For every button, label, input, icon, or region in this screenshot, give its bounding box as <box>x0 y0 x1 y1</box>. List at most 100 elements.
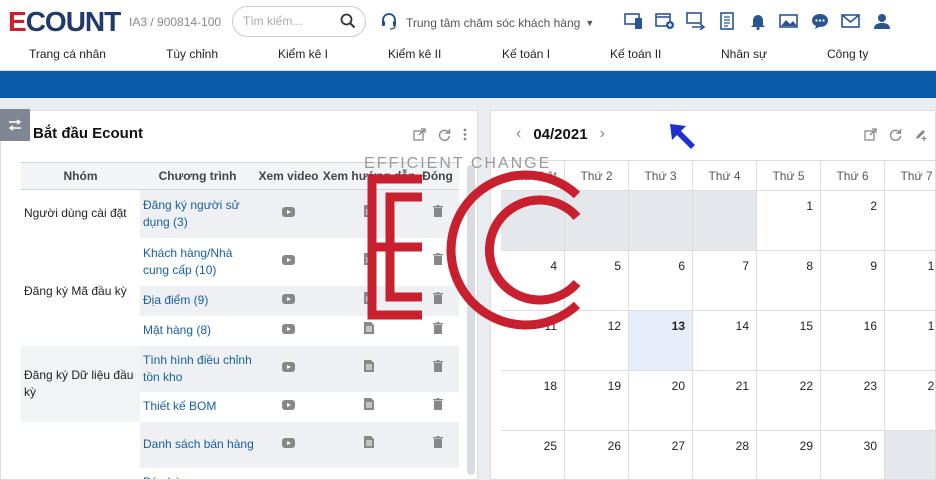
video-play-icon[interactable] <box>282 323 295 337</box>
calendar-day-cell[interactable]: 13 <box>629 311 693 371</box>
calendar-day-cell[interactable]: 30 <box>821 431 885 479</box>
more-options-icon[interactable] <box>463 128 467 141</box>
video-play-icon[interactable] <box>282 399 295 413</box>
document-icon[interactable] <box>364 436 374 451</box>
calendar-day-cell[interactable]: 4 <box>501 251 565 311</box>
trash-icon[interactable] <box>432 292 443 307</box>
calendar-day-cell[interactable]: 11 <box>501 311 565 371</box>
calendar-day-cell[interactable]: 25 <box>501 431 565 479</box>
trash-icon[interactable] <box>432 398 443 413</box>
calendar-day-cell[interactable]: 6 <box>629 251 693 311</box>
calendar-day-cell[interactable]: 10 <box>885 251 935 311</box>
video-play-icon[interactable] <box>282 361 295 375</box>
calendar-day-cell[interactable]: 17 <box>885 311 935 371</box>
program-link[interactable]: Đăng ký người sử dụng (3) <box>140 189 255 238</box>
program-link[interactable]: Khách hàng/Nhà cung cấp (10) <box>140 237 255 286</box>
calendar-day-cell[interactable]: 3 <box>885 191 935 251</box>
chat-icon[interactable] <box>804 10 835 32</box>
trash-icon[interactable] <box>432 253 443 268</box>
calendar-day-cell[interactable]: 26 <box>565 431 629 479</box>
program-link[interactable]: Bán hàng <box>140 467 255 479</box>
menu-item-customize[interactable]: Tùy chỉnh <box>166 47 218 61</box>
search-input[interactable] <box>243 14 339 28</box>
group-cell: Đăng ký Mã đầu kỳ <box>21 237 140 346</box>
document-icon[interactable] <box>364 398 374 413</box>
document-icon[interactable] <box>364 253 374 268</box>
day-number: 1 <box>806 199 813 213</box>
menu-item-company[interactable]: Công ty <box>827 47 868 61</box>
video-play-icon[interactable] <box>282 206 295 220</box>
menu-item-personal[interactable]: Trang cá nhân <box>29 47 106 61</box>
calendar-day-cell[interactable]: 9 <box>821 251 885 311</box>
next-month-icon[interactable]: › <box>600 125 605 143</box>
program-link[interactable]: Địa điểm (9) <box>140 285 255 316</box>
customer-service-menu[interactable]: Trung tâm chăm sóc khách hàng ▼ <box>380 12 594 33</box>
day-number: 21 <box>735 379 749 393</box>
document-icon[interactable] <box>364 360 374 375</box>
calendar-day-cell[interactable]: 15 <box>757 311 821 371</box>
calendar-day-cell[interactable]: 27 <box>629 431 693 479</box>
user-icon[interactable] <box>866 10 897 32</box>
calendar-day-cell[interactable]: 29 <box>757 431 821 479</box>
menu-item-inventory-1[interactable]: Kiểm kê I <box>278 47 328 61</box>
program-link[interactable]: Danh sách bán hàng <box>140 421 255 468</box>
menu-item-inventory-2[interactable]: Kiểm kê II <box>388 47 441 61</box>
calendar-day-cell[interactable]: 5 <box>565 251 629 311</box>
video-play-icon[interactable] <box>282 437 295 451</box>
calendar-day-cell[interactable]: 1 <box>757 191 821 251</box>
transfer-icon[interactable] <box>680 10 711 32</box>
calendar-day-cell[interactable]: 8 <box>757 251 821 311</box>
popout-icon[interactable] <box>413 128 426 141</box>
trash-icon[interactable] <box>432 436 443 451</box>
table-row: Đăng ký Mã đầu kỳ Khách hàng/Nhà cung cấ… <box>21 237 459 346</box>
calendar-day-cell[interactable]: 14 <box>693 311 757 371</box>
trash-icon[interactable] <box>432 322 443 337</box>
video-play-icon[interactable] <box>282 293 295 307</box>
document-icon[interactable] <box>364 322 374 337</box>
program-link[interactable]: Mặt hàng (8) <box>140 315 255 346</box>
calendar-panel: ‹ 04/2021 › Chủ nhật Thứ 2 Thứ 3 Thứ 4 Thứ 5… <box>490 110 936 480</box>
calendar-day-cell[interactable]: 24 <box>885 371 935 431</box>
calendar-day-cell[interactable]: 7 <box>693 251 757 311</box>
table-row: Nhập mới/Tra cứu Danh sách bán hàng <box>21 421 459 479</box>
menu-item-accounting-1[interactable]: Kế toán I <box>502 47 550 61</box>
program-link[interactable]: Tình hình điều chỉnh tồn kho <box>140 345 255 392</box>
chevron-down-icon: ▼ <box>585 17 595 28</box>
menu-item-hr[interactable]: Nhân sự <box>721 47 767 61</box>
sidebar-toggle-icon[interactable] <box>0 109 30 141</box>
calendar-day-cell[interactable]: 12 <box>565 311 629 371</box>
image-mail-icon[interactable] <box>773 10 804 32</box>
video-play-icon[interactable] <box>282 254 295 268</box>
refresh-icon[interactable] <box>889 128 902 144</box>
menu-item-accounting-2[interactable]: Kế toán II <box>610 47 661 61</box>
monitor-phone-icon[interactable] <box>618 10 649 32</box>
ecount-logo[interactable]: E COUNT <box>8 6 121 37</box>
refresh-icon[interactable] <box>438 128 451 141</box>
document-list-icon[interactable] <box>711 10 742 32</box>
document-icon[interactable] <box>364 292 374 307</box>
popout-icon[interactable] <box>864 128 877 144</box>
mail-icon[interactable] <box>835 10 866 32</box>
prev-month-icon[interactable]: ‹ <box>516 125 521 143</box>
vertical-scrollbar[interactable] <box>467 165 475 475</box>
new-window-icon[interactable] <box>649 10 680 32</box>
calendar-day-cell[interactable]: 19 <box>565 371 629 431</box>
calendar-day-cell[interactable]: 18 <box>501 371 565 431</box>
trash-icon[interactable] <box>432 360 443 375</box>
calendar-day-cell[interactable]: 21 <box>693 371 757 431</box>
blue-banner <box>0 71 936 98</box>
program-link[interactable]: Thiết kế BOM <box>140 391 255 422</box>
calendar-day-cell[interactable]: 16 <box>821 311 885 371</box>
calendar-day-cell[interactable]: 22 <box>757 371 821 431</box>
calendar-tools <box>864 128 927 144</box>
calendar-day-cell[interactable]: 2 <box>821 191 885 251</box>
calendar-day-cell[interactable]: 28 <box>693 431 757 479</box>
bell-icon[interactable] <box>742 10 773 32</box>
calendar-day-cell[interactable]: 20 <box>629 371 693 431</box>
add-event-icon[interactable] <box>914 128 927 144</box>
search-box[interactable] <box>232 6 366 37</box>
calendar-day-cell[interactable]: 23 <box>821 371 885 431</box>
trash-icon[interactable] <box>432 205 443 220</box>
document-icon[interactable] <box>364 205 374 220</box>
search-icon[interactable] <box>340 13 356 32</box>
